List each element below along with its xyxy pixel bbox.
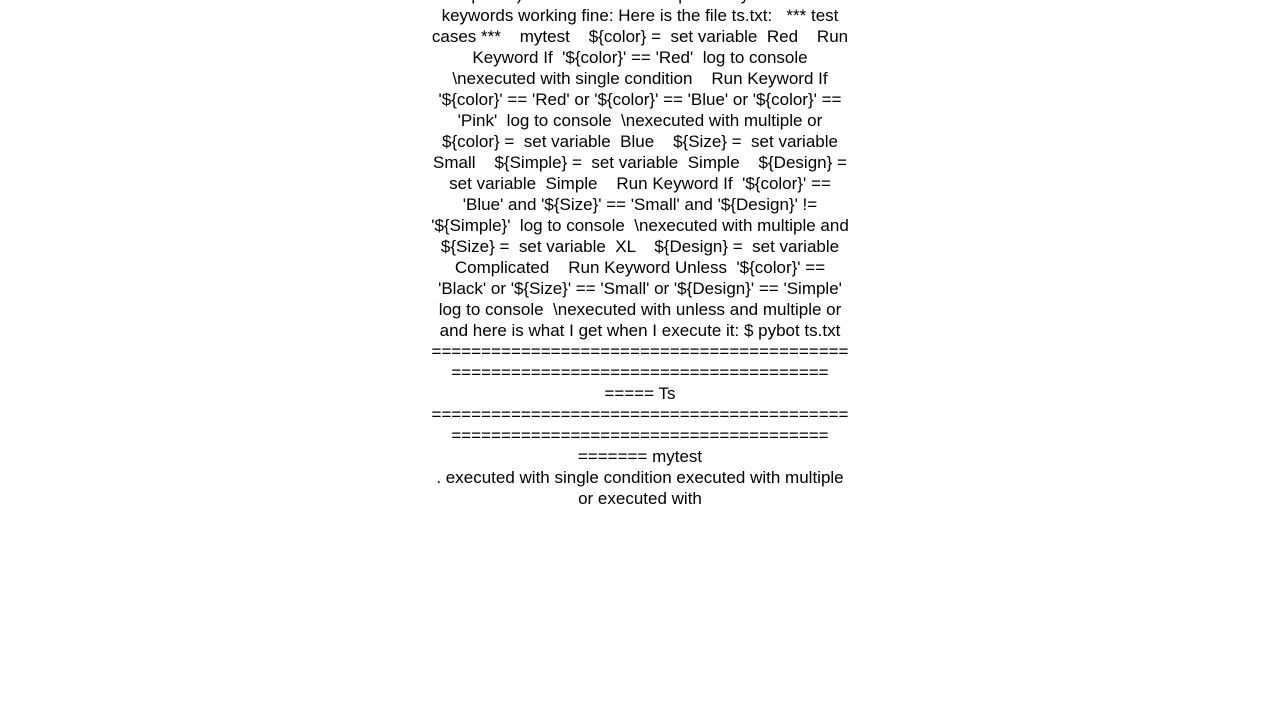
page-viewport: spaces). Here is a code sample with your…	[0, 0, 1280, 720]
body-text: spaces). Here is a code sample with your…	[431, 0, 849, 508]
